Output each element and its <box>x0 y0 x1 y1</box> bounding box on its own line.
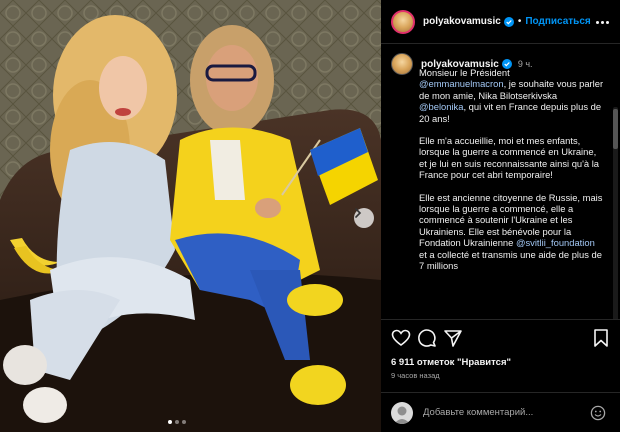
chevron-right-icon <box>355 208 362 218</box>
comment-icon[interactable] <box>417 328 437 348</box>
current-user-avatar <box>391 401 413 424</box>
caption-scroll-area[interactable]: polyakovamusic 9 ч. Monsieur le Présiden… <box>381 45 620 320</box>
mention-link-svitlii-foundation[interactable]: @svitlii_foundation <box>516 237 595 248</box>
smiley-icon[interactable] <box>590 405 606 421</box>
caption-text: Monsieur le Président @emmanuelmacron, j… <box>419 67 605 283</box>
carousel-dot <box>175 420 179 424</box>
verified-badge-icon <box>503 16 514 27</box>
carousel-dot <box>182 420 186 424</box>
author-avatar[interactable] <box>391 9 415 34</box>
caption-text-run: Monsieur le Président <box>419 67 510 78</box>
follow-button[interactable]: Подписаться <box>525 16 590 27</box>
more-options-icon[interactable] <box>596 16 612 28</box>
carousel-next-button[interactable] <box>354 208 374 228</box>
likes-count[interactable]: 6 911 отметок "Нравится" <box>391 357 511 368</box>
post-photo[interactable] <box>0 0 381 432</box>
caption-text-run: et a collecté et transmis une aide de pl… <box>419 248 602 272</box>
heart-icon[interactable] <box>391 328 411 348</box>
carousel-indicator <box>168 420 186 424</box>
comment-input[interactable] <box>423 407 583 418</box>
caption-paragraph-2: Elle m'a accueillie, moi et mes enfants,… <box>419 135 600 181</box>
paper-plane-icon[interactable] <box>443 328 463 348</box>
post-header: polyakovamusic • Подписаться <box>381 0 620 44</box>
user-silhouette-icon <box>394 406 410 424</box>
post-photo-illustration <box>0 0 381 432</box>
caption-author-avatar[interactable] <box>391 53 413 75</box>
carousel-dot-active <box>168 420 172 424</box>
caption-paragraph-3: Elle est ancienne citoyenne de Russie, m… <box>419 192 605 272</box>
bookmark-icon[interactable] <box>591 328 611 348</box>
add-comment-bar <box>381 392 620 432</box>
separator-dot: • <box>517 16 522 27</box>
mention-link-belonika[interactable]: @belonika <box>419 101 463 112</box>
caption-scrollbar[interactable] <box>613 107 618 319</box>
post-timestamp: 9 часов назад <box>391 371 440 380</box>
author-username[interactable]: polyakovamusic <box>423 16 501 27</box>
post-details-panel: polyakovamusic • Подписаться polyakovamu… <box>381 0 620 432</box>
post-actions <box>381 328 620 352</box>
scrollbar-thumb[interactable] <box>613 109 618 149</box>
caption-paragraph-1: Monsieur le Président @emmanuelmacron, j… <box>419 67 605 124</box>
instagram-post-modal: polyakovamusic • Подписаться polyakovamu… <box>0 0 620 432</box>
mention-link-emmanuelmacron[interactable]: @emmanuelmacron <box>419 78 504 89</box>
